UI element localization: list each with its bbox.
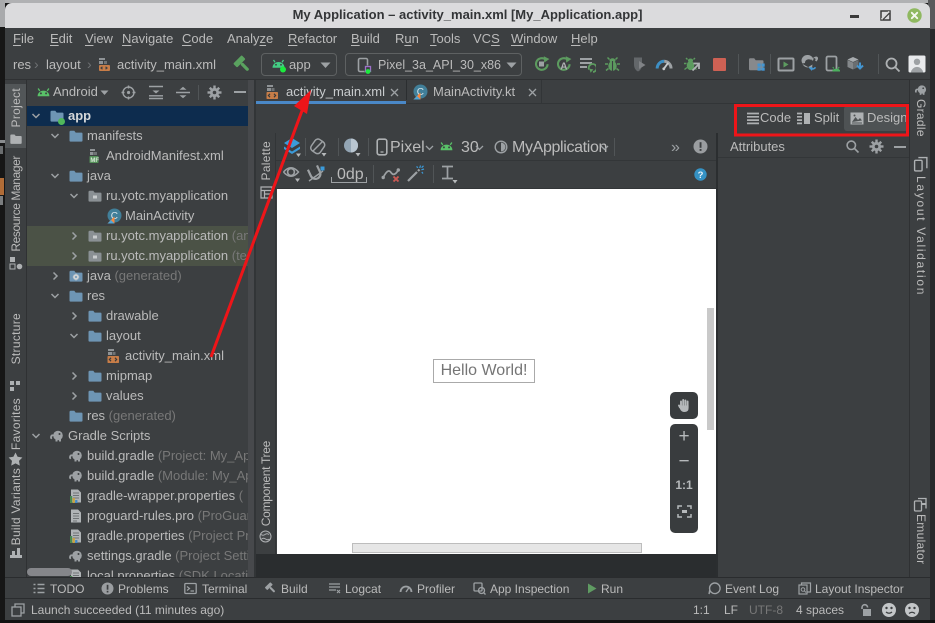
svg-text:A: A	[560, 62, 567, 73]
svg-text:?: ?	[698, 170, 704, 181]
